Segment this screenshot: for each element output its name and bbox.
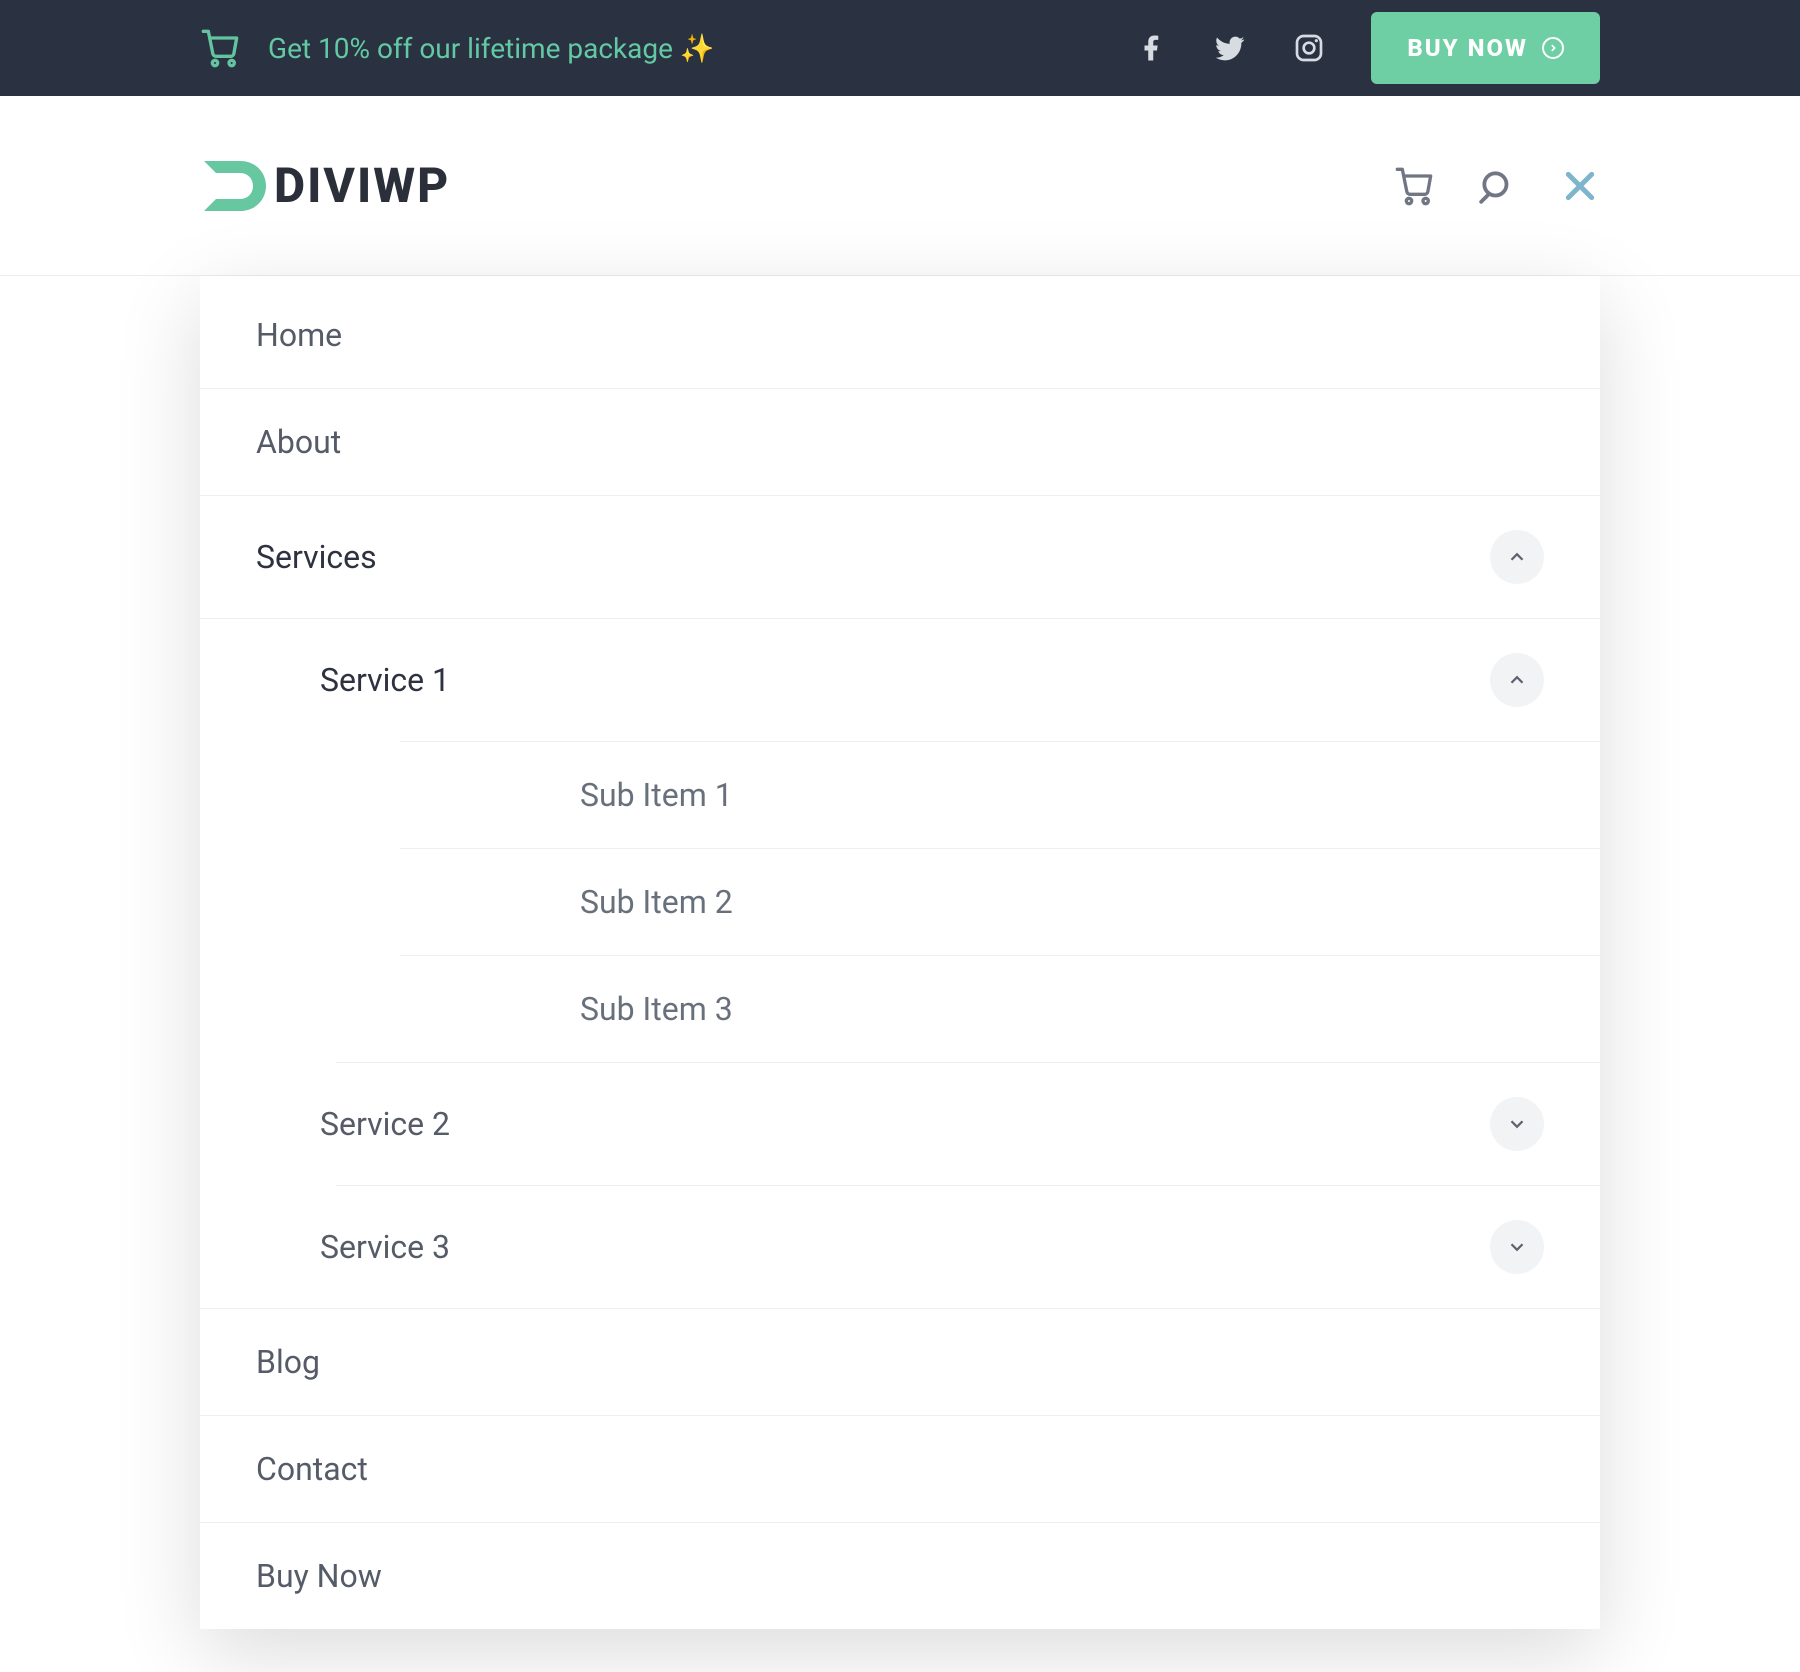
promo-message[interactable]: Get 10% off our lifetime package ✨ bbox=[200, 28, 715, 68]
menu-item-contact[interactable]: Contact bbox=[200, 1415, 1600, 1522]
menu-label: Sub Item 3 bbox=[390, 990, 733, 1028]
chevron-down-icon[interactable] bbox=[1490, 1097, 1544, 1151]
menu-label: Service 2 bbox=[320, 1105, 450, 1143]
menu-label: Contact bbox=[256, 1450, 368, 1488]
menu-label: About bbox=[256, 423, 341, 461]
menu-label: Sub Item 2 bbox=[390, 883, 733, 921]
menu-item-service-1[interactable]: Service 1 bbox=[200, 618, 1600, 741]
buy-now-button[interactable]: BUY NOW bbox=[1371, 12, 1600, 84]
header-icon-group bbox=[1394, 166, 1600, 206]
chevron-down-icon[interactable] bbox=[1490, 1220, 1544, 1274]
cart-icon[interactable] bbox=[1394, 166, 1434, 206]
menu-item-service-2[interactable]: Service 2 bbox=[200, 1063, 1600, 1185]
menu-label: Service 3 bbox=[320, 1228, 450, 1266]
logo-mark-icon bbox=[200, 151, 270, 221]
menu-item-services[interactable]: Services bbox=[200, 495, 1600, 618]
search-icon[interactable] bbox=[1478, 167, 1516, 205]
menu-label: Home bbox=[256, 316, 342, 354]
menu-label: Sub Item 1 bbox=[390, 776, 733, 814]
menu-item-buy-now[interactable]: Buy Now bbox=[200, 1522, 1600, 1629]
cart-icon bbox=[200, 28, 240, 68]
site-logo[interactable]: DIVIWP bbox=[200, 151, 450, 221]
submenu-service-1: Sub Item 1 bbox=[400, 742, 1600, 848]
promo-bar: Get 10% off our lifetime package ✨ BUY N… bbox=[0, 0, 1800, 96]
menu-item-blog[interactable]: Blog bbox=[200, 1308, 1600, 1415]
menu-item-home[interactable]: Home bbox=[200, 282, 1600, 388]
menu-item-sub-3[interactable]: Sub Item 3 bbox=[200, 956, 1600, 1062]
buy-now-label: BUY NOW bbox=[1407, 34, 1528, 62]
submenu-service-1: Sub Item 3 bbox=[400, 956, 1600, 1062]
menu-label: Blog bbox=[256, 1343, 320, 1381]
close-icon[interactable] bbox=[1560, 166, 1600, 206]
menu-item-about[interactable]: About bbox=[200, 388, 1600, 495]
promo-text: Get 10% off our lifetime package ✨ bbox=[268, 32, 715, 65]
menu-item-service-3[interactable]: Service 3 bbox=[200, 1186, 1600, 1308]
chevron-up-icon[interactable] bbox=[1490, 653, 1544, 707]
twitter-icon[interactable] bbox=[1213, 31, 1247, 65]
logo-text: DIVIWP bbox=[274, 157, 450, 214]
mobile-menu-wrap: Home About Services Service 1 Sub Item 1 bbox=[0, 276, 1800, 1629]
chevron-right-icon bbox=[1542, 37, 1564, 59]
mobile-menu-panel: Home About Services Service 1 Sub Item 1 bbox=[200, 276, 1600, 1629]
chevron-up-icon[interactable] bbox=[1490, 530, 1544, 584]
instagram-icon[interactable] bbox=[1293, 32, 1325, 64]
facebook-icon[interactable] bbox=[1137, 33, 1167, 63]
menu-item-sub-2[interactable]: Sub Item 2 bbox=[200, 849, 1600, 955]
menu-label: Services bbox=[256, 538, 377, 576]
menu-item-sub-1[interactable]: Sub Item 1 bbox=[200, 742, 1600, 848]
submenu-service-1: Sub Item 2 bbox=[400, 849, 1600, 955]
menu-label: Service 1 bbox=[320, 661, 450, 699]
promo-actions: BUY NOW bbox=[1137, 12, 1600, 84]
site-header: DIVIWP bbox=[0, 96, 1800, 276]
menu-label: Buy Now bbox=[256, 1557, 382, 1595]
